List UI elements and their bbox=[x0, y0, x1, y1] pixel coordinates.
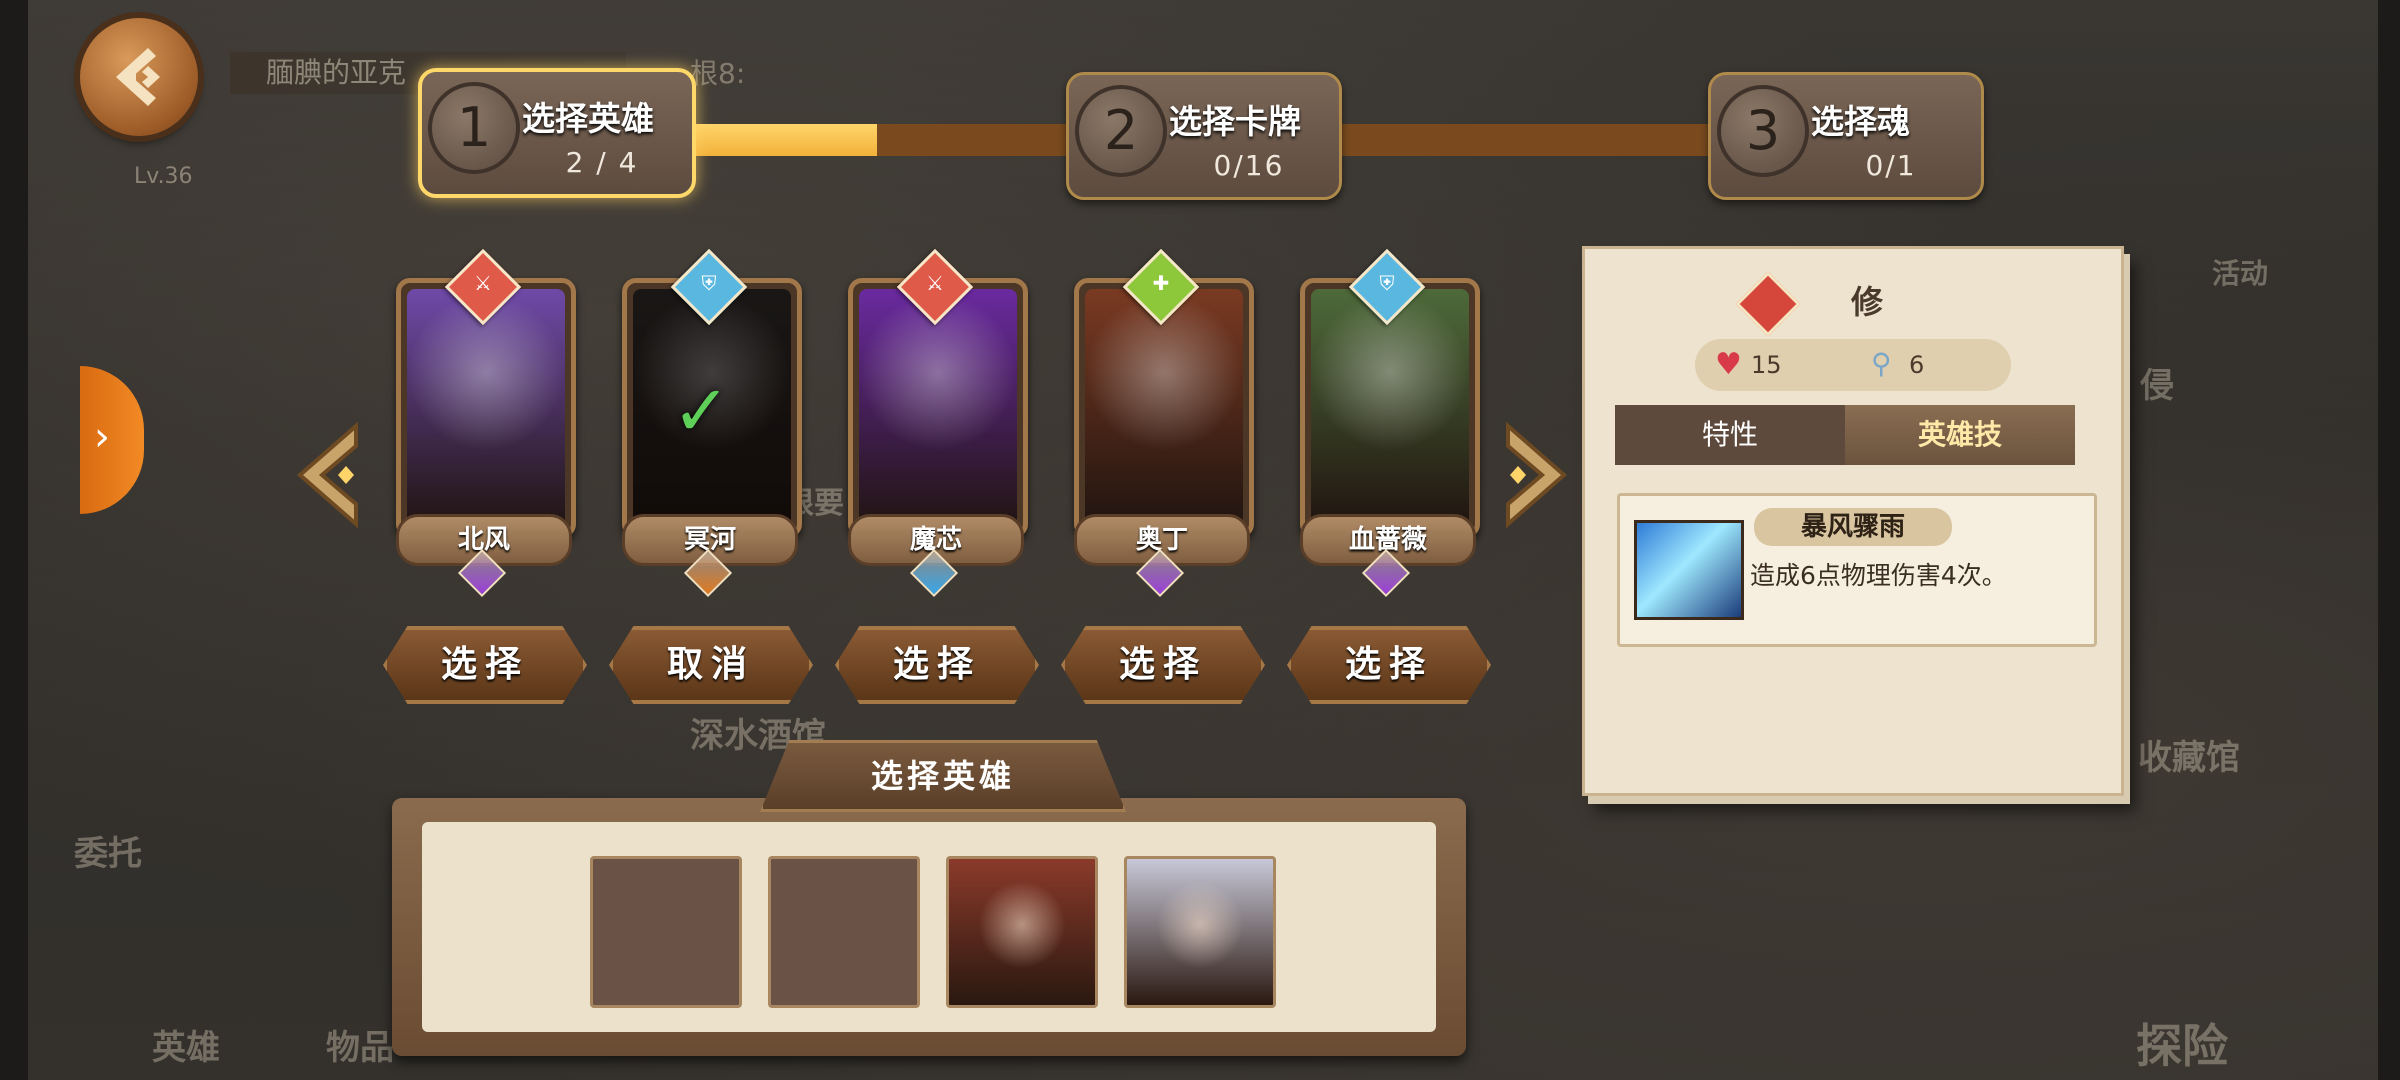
tab-hero-skill[interactable]: 英雄技 bbox=[1845, 405, 2075, 465]
hero-portrait bbox=[1311, 289, 1469, 527]
select-hero-button[interactable]: 选择 bbox=[1061, 626, 1265, 704]
hero-info-panel: 修 ♥ 15 ⚲ 6 特性 英雄技 暴风骤雨 造成6点物理伤害4次。 bbox=[1582, 246, 2124, 796]
select-hero-button[interactable]: 选择 bbox=[835, 626, 1039, 704]
bg-collection-label: 收藏馆 bbox=[2138, 738, 2240, 778]
tab-traits[interactable]: 特性 bbox=[1615, 405, 1845, 465]
bg-explore-label: 探险 bbox=[2136, 1019, 2228, 1073]
step-count: 0/16 bbox=[1213, 149, 1285, 182]
skill-card: 暴风骤雨 造成6点物理伤害4次。 bbox=[1617, 493, 2097, 647]
hero-portrait bbox=[407, 289, 565, 527]
hp-value: 15 bbox=[1751, 351, 1782, 379]
skill-icon bbox=[1634, 520, 1744, 620]
bg-items-nav-label: 物品 bbox=[326, 1028, 394, 1068]
step-title: 选择英雄 bbox=[522, 99, 654, 138]
checkmark-icon: ✓ bbox=[672, 370, 731, 452]
step-select-hero[interactable]: 1 选择英雄 2 / 4 bbox=[418, 68, 696, 198]
step-title: 选择卡牌 bbox=[1169, 102, 1301, 141]
empty-hero-slot[interactable] bbox=[768, 856, 920, 1008]
select-hero-button[interactable]: 选择 bbox=[383, 626, 587, 704]
right-edge bbox=[2378, 0, 2400, 1080]
next-page-arrow-icon[interactable] bbox=[1500, 420, 1570, 530]
cancel-hero-button[interactable]: 取消 bbox=[609, 626, 813, 704]
bg-event-label: 活动 bbox=[2212, 257, 2269, 290]
skill-name: 暴风骤雨 bbox=[1754, 508, 1952, 546]
left-edge bbox=[0, 0, 28, 1080]
bg-hero-nav-label: 英雄 bbox=[152, 1028, 220, 1068]
bg-quest-label: 委托 bbox=[74, 834, 142, 874]
step-select-cards[interactable]: 2 选择卡牌 0/16 bbox=[1066, 72, 1342, 200]
selected-heroes-panel bbox=[392, 798, 1466, 1056]
step-number: 1 bbox=[428, 82, 520, 174]
step-count: 0/1 bbox=[1865, 149, 1917, 182]
hero-card[interactable]: ⚔ 魔芯 bbox=[838, 248, 1028, 598]
info-hero-name: 修 bbox=[1851, 283, 1884, 321]
chevron-right-icon: › bbox=[94, 414, 110, 460]
hero-portrait bbox=[1085, 289, 1243, 527]
bg-invade-label: 侵 bbox=[2140, 366, 2174, 406]
step-select-soul[interactable]: 3 选择魂 0/1 bbox=[1708, 72, 1984, 200]
step-title: 选择魂 bbox=[1811, 102, 1910, 141]
select-hero-button[interactable]: 选择 bbox=[1287, 626, 1491, 704]
chat-snippet: 根8: bbox=[690, 57, 746, 90]
sword-icon bbox=[1735, 271, 1801, 337]
boot-icon: ⚲ bbox=[1871, 347, 1892, 380]
hero-card[interactable]: ✚ 奥丁 bbox=[1064, 248, 1254, 598]
speed-value: 6 bbox=[1909, 351, 1925, 379]
progress-fill bbox=[690, 124, 877, 156]
hero-card[interactable]: ⚔ 北风 bbox=[386, 248, 576, 598]
skill-description: 造成6点物理伤害4次。 bbox=[1750, 561, 2007, 590]
step-number: 3 bbox=[1717, 85, 1809, 177]
selected-heroes-title: 选择英雄 bbox=[760, 740, 1126, 812]
filled-hero-slot[interactable] bbox=[1124, 856, 1276, 1008]
back-arrow-icon bbox=[116, 48, 160, 106]
prev-page-arrow-icon[interactable] bbox=[294, 420, 364, 530]
step-number: 2 bbox=[1075, 85, 1167, 177]
empty-hero-slot[interactable] bbox=[590, 856, 742, 1008]
step-count: 2 / 4 bbox=[565, 146, 639, 179]
hero-card[interactable]: ✓ ⛨ 冥河 bbox=[612, 248, 802, 598]
hero-portrait bbox=[859, 289, 1017, 527]
hero-stats: ♥ 15 ⚲ 6 bbox=[1695, 339, 2011, 391]
filled-hero-slot[interactable] bbox=[946, 856, 1098, 1008]
player-level: Lv.36 bbox=[134, 164, 193, 189]
heart-icon: ♥ bbox=[1715, 347, 1742, 382]
hero-card[interactable]: ⛨ 血蔷薇 bbox=[1290, 248, 1480, 598]
back-button[interactable] bbox=[80, 18, 198, 136]
panel-inner bbox=[422, 822, 1436, 1032]
